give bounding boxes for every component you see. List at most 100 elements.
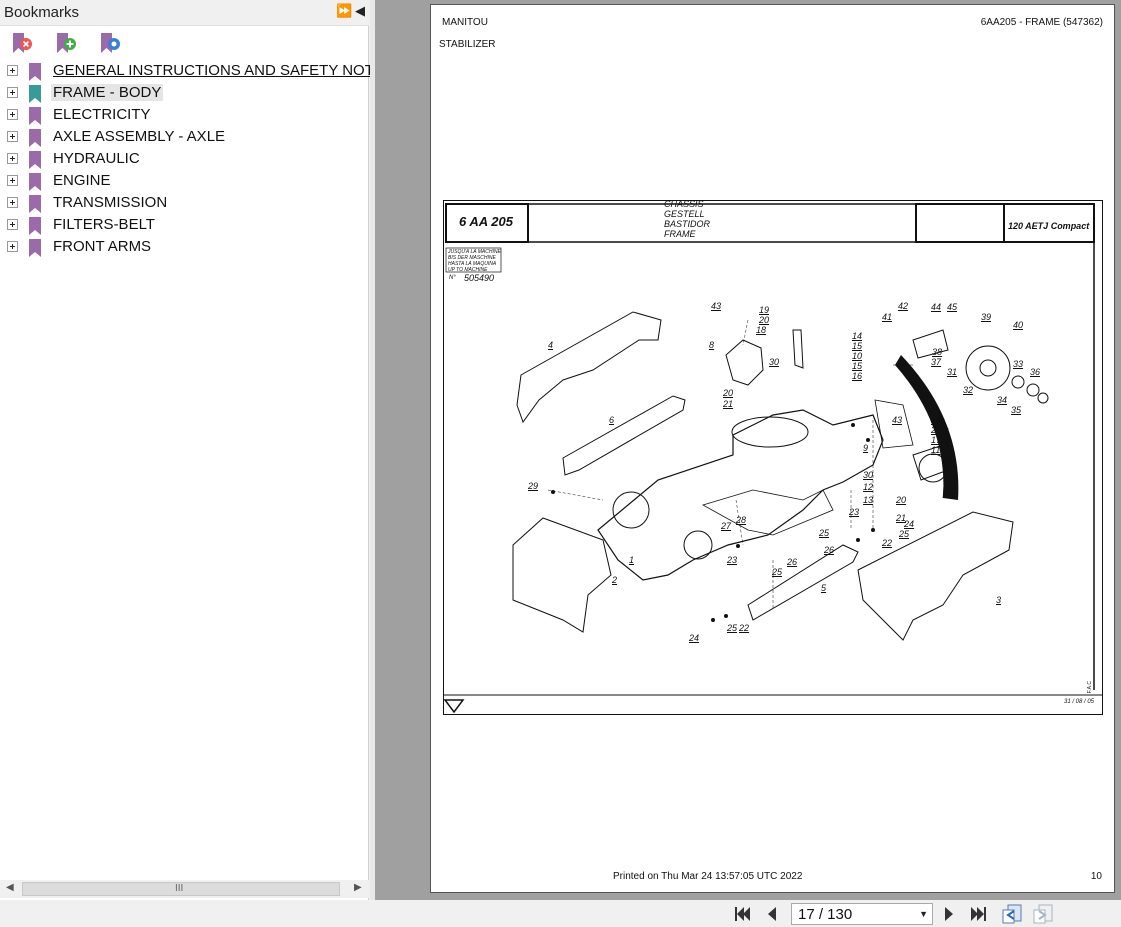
callout-number: 36 (1030, 367, 1041, 377)
drawing-date: 31 / 08 / 05 (1064, 699, 1095, 705)
callout-number: 15 (852, 341, 863, 351)
scroll-thumb[interactable]: III (22, 882, 340, 896)
bookmark-item[interactable]: ELECTRICITY (0, 104, 369, 126)
horizontal-scrollbar[interactable]: ◀ III ▶ (0, 880, 369, 898)
callout-number: 3 (996, 595, 1002, 605)
bookmarks-header: Bookmarks ⏩ ◀ (0, 0, 369, 26)
last-page-icon[interactable] (970, 905, 988, 923)
chevron-down-icon[interactable]: ▼ (919, 909, 928, 919)
callout-number: 8 (709, 340, 715, 350)
bookmark-item[interactable]: HYDRAULIC (0, 148, 369, 170)
machine-number: 505490 (464, 273, 495, 283)
bookmark-properties-icon[interactable] (98, 31, 122, 55)
scroll-grip: III (175, 883, 184, 894)
callout-number: 37 (931, 357, 942, 367)
callout-number: 44 (931, 302, 942, 312)
add-bookmark-icon[interactable] (54, 31, 78, 55)
expand-panel-icon[interactable]: ⏩ (336, 3, 352, 19)
callout-number: 34 (997, 395, 1008, 405)
bookmark-label: ENGINE (53, 172, 111, 189)
callout-number: 23 (727, 555, 738, 565)
delete-bookmark-icon[interactable] (10, 31, 34, 55)
expand-icon[interactable] (7, 65, 18, 76)
page-number-field[interactable]: 17 / 130 ▼ (791, 903, 933, 925)
scroll-right-icon[interactable]: ▶ (354, 882, 362, 893)
callout-number: 11 (931, 445, 941, 455)
callout-number: 28 (736, 515, 747, 525)
callout-number: 25 (727, 623, 738, 633)
drawing-name-en: FRAME (664, 229, 696, 239)
callout-number: 19 (759, 305, 770, 315)
callout-number: 9 (863, 443, 869, 453)
bookmark-item[interactable]: TRANSMISSION (0, 192, 369, 214)
bookmark-label: HYDRAULIC (53, 150, 140, 167)
callout-number: 24 (689, 633, 700, 643)
callout-number: 14 (852, 331, 863, 341)
bookmark-item[interactable]: FRAME - BODY (0, 82, 369, 104)
bookmark-icon (29, 173, 41, 191)
expand-icon[interactable] (7, 197, 18, 208)
bookmark-label: ELECTRICITY (53, 106, 151, 123)
callout-number: 25 (899, 529, 910, 539)
expand-icon[interactable] (7, 153, 18, 164)
expand-icon[interactable] (7, 175, 18, 186)
callout-number: 39 (981, 312, 992, 322)
callout-number: 40 (1013, 320, 1024, 330)
page-field-value: 17 / 130 (798, 906, 853, 923)
callout-number: 25 (819, 528, 830, 538)
drawing-name-de: GESTELL (664, 209, 705, 219)
callout-number: 26 (787, 557, 798, 567)
callout-number: 20 (896, 495, 907, 505)
next-page-icon[interactable] (941, 905, 957, 923)
expand-icon[interactable] (7, 219, 18, 230)
callout-number: 21 (723, 399, 734, 409)
callout-number: 29 (528, 481, 539, 491)
navigation-bar (0, 900, 1121, 927)
first-page-icon[interactable] (733, 905, 751, 923)
forward-view-icon[interactable] (1032, 903, 1054, 925)
callout-number: 4 (548, 340, 554, 350)
collapse-panel-icon[interactable]: ◀ (355, 3, 365, 19)
bookmark-item[interactable]: ENGINE (0, 170, 369, 192)
callout-number: 22 (882, 538, 893, 548)
expand-icon[interactable] (7, 109, 18, 120)
callout-number: 30 (863, 470, 874, 480)
bookmark-label: FRAME - BODY (51, 84, 164, 101)
bookmark-icon (29, 195, 41, 213)
bookmark-icon (29, 107, 41, 125)
bookmark-item[interactable]: GENERAL INSTRUCTIONS AND SAFETY NOTIC (0, 60, 389, 82)
header-right: 6AA205 - FRAME (547362) (980, 17, 1103, 28)
previous-page-icon[interactable] (764, 905, 780, 923)
callout-number: 25 (772, 567, 783, 577)
machine-prefix: N° (449, 275, 456, 281)
callout-number: 24 (904, 519, 915, 529)
callout-number: 19 (931, 415, 942, 425)
expand-icon[interactable] (7, 87, 18, 98)
callout-number: 32 (963, 385, 974, 395)
bookmark-icon (29, 217, 41, 235)
bookmark-item[interactable]: AXLE ASSEMBLY - AXLE (0, 126, 369, 148)
scroll-left-icon[interactable]: ◀ (6, 882, 14, 893)
callout-number: 41 (882, 312, 893, 322)
back-view-icon[interactable] (1001, 903, 1023, 925)
bookmark-icon (29, 239, 41, 257)
bookmark-item[interactable]: FILTERS-BELT (0, 214, 369, 236)
drawing-code: 6 AA 205 (459, 214, 513, 229)
callout-number: 30 (769, 357, 780, 367)
bookmark-icon (29, 151, 41, 169)
callout-number: 33 (1013, 359, 1024, 369)
callout-number: 26 (824, 545, 835, 555)
callout-number: 17 (931, 435, 942, 445)
expand-icon[interactable] (7, 241, 18, 252)
drawing-name-es: BASTIDOR (664, 219, 711, 229)
bookmarks-panel: Bookmarks ⏩ ◀ GENERAL INSTRUCTIONS AND S… (0, 0, 389, 900)
bookmark-icon (29, 129, 41, 147)
bookmark-label: GENERAL INSTRUCTIONS AND SAFETY NOTIC (53, 62, 389, 79)
callout-number: 43 (892, 415, 903, 425)
bookmark-item[interactable]: FRONT ARMS (0, 236, 369, 258)
callout-number: 23 (849, 507, 860, 517)
callout-number: 1 (629, 555, 635, 565)
expand-icon[interactable] (7, 131, 18, 142)
callout-number: 10 (852, 351, 863, 361)
bookmark-label: FILTERS-BELT (53, 216, 155, 233)
